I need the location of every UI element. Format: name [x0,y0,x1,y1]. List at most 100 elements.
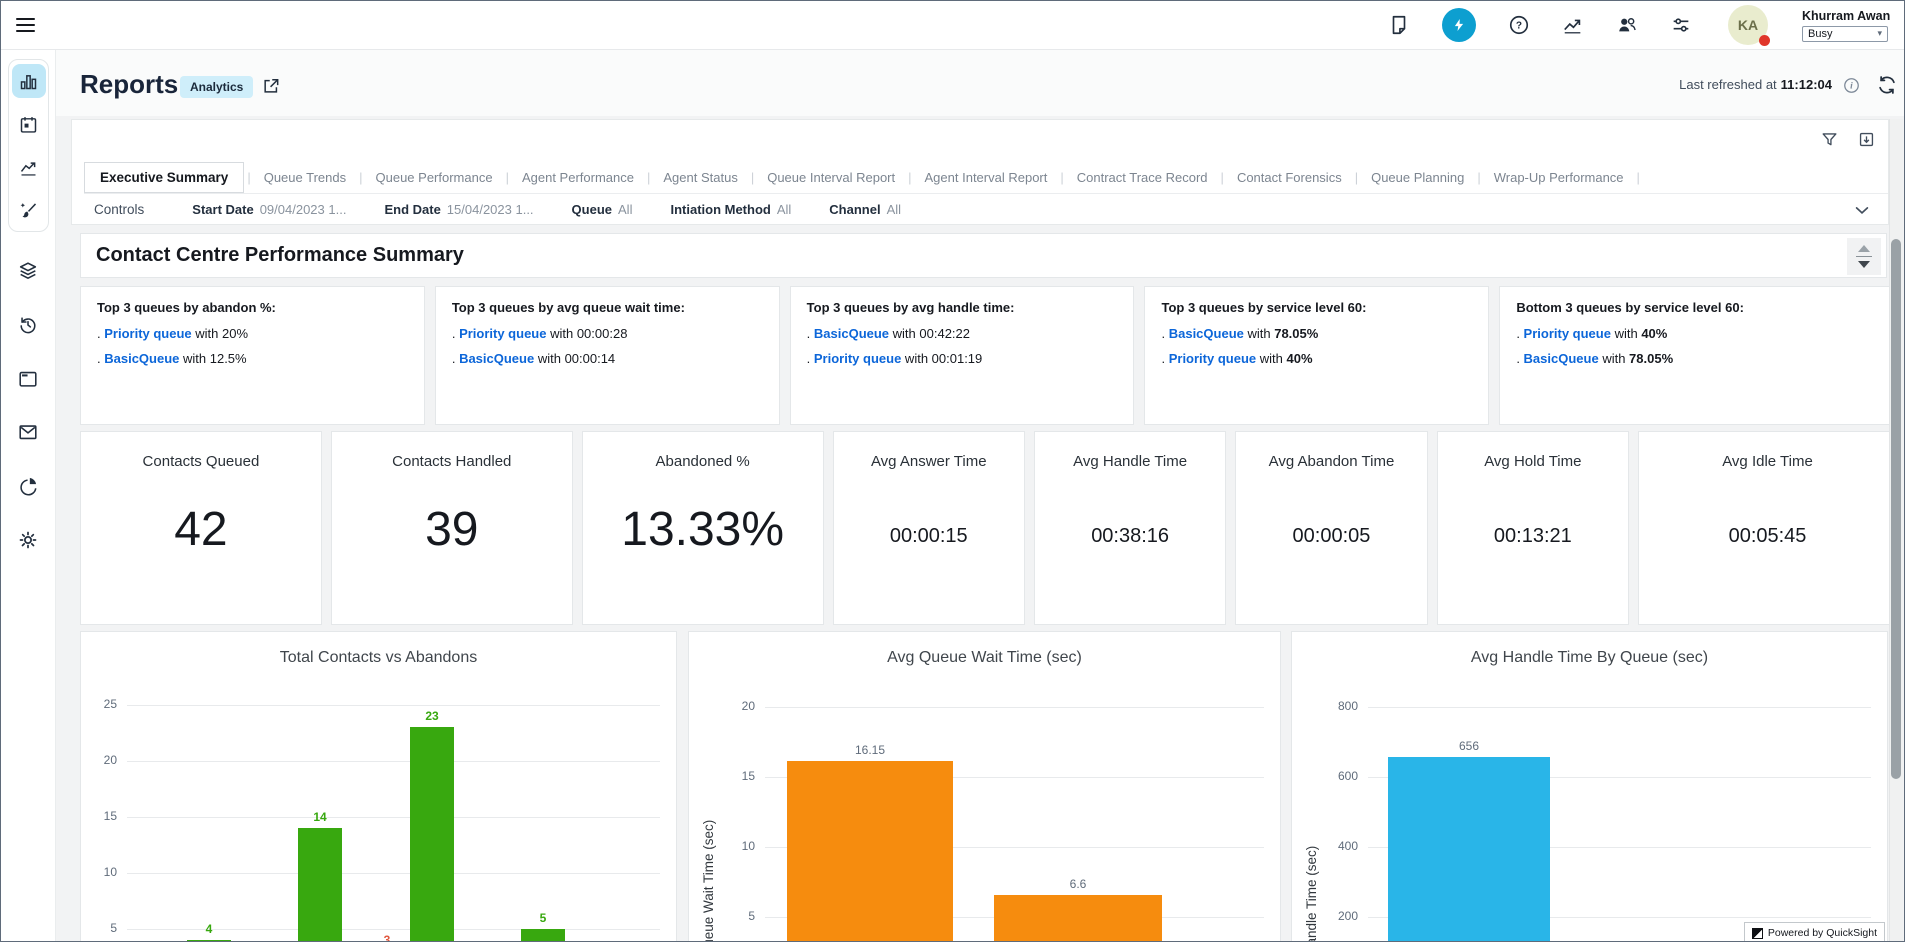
flash-icon[interactable] [1442,8,1476,42]
last-refreshed: Last refreshed at11:12:04 [1679,77,1832,92]
insight-line: . BasicQueue with 00:42:22 [807,326,1118,341]
status-dot [1759,35,1770,46]
scroll-down-icon[interactable] [1858,261,1870,268]
tab-contact-forensics[interactable]: Contact Forensics [1227,163,1352,192]
kpi-value: 39 [425,502,478,557]
filter-icon[interactable] [1820,130,1839,149]
queue-link[interactable]: BasicQueue [1524,351,1599,366]
queue-link[interactable]: BasicQueue [459,351,534,366]
queue-link[interactable]: Priority queue [104,326,191,341]
sidebar-item-brush-icon[interactable] [12,193,46,227]
kpi-row: Contacts Queued42Contacts Handled39Aband… [80,431,1897,625]
user-avatar[interactable]: KA [1728,5,1768,45]
notes-icon[interactable] [1388,14,1410,36]
y-tick-label: 25 [80,697,117,711]
refresh-icon[interactable] [1876,74,1898,96]
controls-chevron-down-icon[interactable] [1852,200,1872,220]
insight-line: . BasicQueue with 12.5% [97,351,408,366]
insight-value: 00:00:28 [577,326,628,341]
bar [521,929,565,941]
y-tick-label: 200 [1312,909,1358,923]
sidebar-item-history-icon[interactable] [17,314,39,336]
sidebar-item-gear-icon[interactable] [17,529,39,551]
scrollbar-track[interactable] [1889,119,1903,941]
info-icon[interactable]: i [1842,76,1861,95]
external-link-icon[interactable] [261,76,281,96]
user-name: Khurram Awan [1802,9,1894,23]
insight-line: . BasicQueue with 78.05% [1161,326,1472,341]
tab-wrap-up-performance[interactable]: Wrap-Up Performance [1484,163,1634,192]
tab-separator: | [1218,170,1227,185]
kpi-value: 00:00:15 [890,525,968,548]
status-select[interactable]: Busy ▾ [1802,26,1888,42]
metrics-icon[interactable] [1562,14,1584,36]
bar-value-label: 4 [174,922,244,936]
controls-row: Controls Start Date09/04/2023 1...End Da… [84,194,1876,225]
tab-contract-trace-record[interactable]: Contract Trace Record [1067,163,1218,192]
sliders-icon[interactable] [1670,14,1692,36]
queue-link[interactable]: BasicQueue [814,326,889,341]
sidebar-item-mail-icon[interactable] [17,421,39,443]
bar [187,940,231,941]
summary-heading: Contact Centre Performance Summary [81,244,464,267]
gridline [1368,707,1871,708]
topbar-actions: ? KA Khurram Awan Busy ▾ [1388,5,1904,45]
filter-queue[interactable]: QueueAll [572,202,633,217]
sidebar-item-pie-chart-icon[interactable] [17,475,39,497]
tab-agent-performance[interactable]: Agent Performance [512,163,644,192]
queue-link[interactable]: BasicQueue [104,351,179,366]
export-icon[interactable] [1857,130,1876,149]
tab-separator: | [905,170,914,185]
kpi-value: 00:13:21 [1494,525,1572,548]
sidebar-item-line-chart-icon[interactable] [12,150,46,184]
tab-queue-planning[interactable]: Queue Planning [1361,163,1474,192]
help-icon[interactable]: ? [1508,14,1530,36]
tab-separator: | [644,170,653,185]
bar-value-label: 656 [1434,739,1504,753]
insight-line: . Priority queue with 20% [97,326,408,341]
user-block: Khurram Awan Busy ▾ [1802,9,1894,42]
filter-end-date[interactable]: End Date15/04/2023 1... [384,202,533,217]
tab-executive-summary[interactable]: Executive Summary [84,162,244,193]
queue-link[interactable]: Priority queue [814,351,901,366]
scrollbar-thumb[interactable] [1891,239,1901,779]
users-icon[interactable] [1616,14,1638,36]
sidebar-item-bar-chart-icon[interactable] [12,64,46,98]
tab-agent-interval-report[interactable]: Agent Interval Report [915,163,1058,192]
queue-link[interactable]: BasicQueue [1169,326,1244,341]
bar [410,727,454,941]
y-axis-label: Avg Handle Time (sec) [1304,846,1319,941]
insight-value: 12.5% [210,351,247,366]
sidebar-item-layers-icon[interactable] [17,260,39,282]
kpi-title: Contacts Queued [143,453,260,470]
insight-card-title: Top 3 queues by service level 60: [1161,300,1472,315]
y-tick-label: 400 [1312,839,1358,853]
filter-channel[interactable]: ChannelAll [829,202,901,217]
filter-intiation-method[interactable]: Intiation MethodAll [670,202,791,217]
sidebar-item-window-icon[interactable] [17,368,39,390]
filter-label: Queue [572,202,612,217]
kpi-card-abandoned-: Abandoned %13.33% [582,431,824,625]
insight-card: Top 3 queues by service level 60: . Basic… [1144,286,1489,425]
tab-queue-interval-report[interactable]: Queue Interval Report [757,163,905,192]
kpi-title: Avg Handle Time [1073,453,1187,470]
filter-start-date[interactable]: Start Date09/04/2023 1... [192,202,346,217]
tab-queue-trends[interactable]: Queue Trends [254,163,356,192]
kpi-card-avg-answer-time: Avg Answer Time00:00:15 [833,431,1025,625]
topbar: ? KA Khurram Awan Busy ▾ [1,1,1904,50]
insight-line: . Priority queue with 00:01:19 [807,351,1118,366]
scroll-up-icon[interactable] [1858,245,1870,252]
queue-link[interactable]: Priority queue [459,326,546,341]
insight-card-title: Top 3 queues by avg handle time: [807,300,1118,315]
tab-queue-performance[interactable]: Queue Performance [366,163,503,192]
insight-value: 40% [1286,351,1312,366]
hamburger-menu-icon[interactable] [16,14,35,36]
sidebar-item-calendar-icon[interactable] [12,107,46,141]
tab-agent-status[interactable]: Agent Status [653,163,747,192]
insight-value: 00:01:19 [932,351,983,366]
insight-line: . BasicQueue with 78.05% [1516,351,1880,366]
queue-link[interactable]: Priority queue [1524,326,1611,341]
bar [298,828,342,941]
insight-value: 78.05% [1629,351,1673,366]
queue-link[interactable]: Priority queue [1169,351,1256,366]
